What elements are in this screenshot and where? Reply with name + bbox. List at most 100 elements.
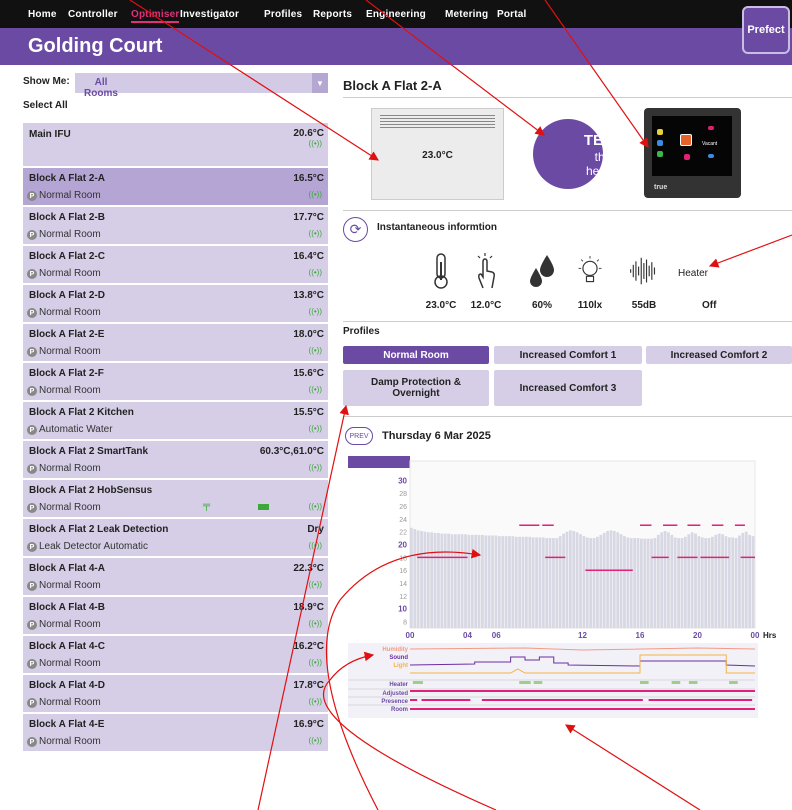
nav-controller[interactable]: Controller	[68, 9, 118, 20]
temperature-bar	[528, 536, 532, 628]
temperature-bar	[724, 536, 728, 628]
room-profile: Normal Room	[39, 658, 101, 669]
room-filter-select[interactable]: All Rooms ▼	[75, 73, 328, 99]
temperature-bar	[650, 538, 653, 628]
sensor-series-label: Humidity	[382, 647, 408, 653]
temperature-bar	[690, 532, 694, 628]
test-heater-button[interactable]: TEST the heater	[533, 119, 622, 189]
room-list-item[interactable]: Block A Flat 2-C 16.4°C P Normal Room ((•))	[23, 246, 328, 285]
profile-badge-icon: P	[27, 503, 37, 513]
temperature-bar	[612, 531, 616, 628]
room-list-item[interactable]: Block A Flat 2 Kitchen 15.5°C P Automatic W…	[23, 402, 328, 441]
room-list-item[interactable]: Block A Flat 4-E 16.9°C P Normal Room ((•))	[23, 714, 328, 753]
profile-badge-icon: P	[27, 542, 37, 552]
temperature-bar	[535, 537, 538, 628]
room-list-item[interactable]: Block A Flat 2 Leak Detection Dry P Leak De…	[23, 519, 328, 558]
room-list-item[interactable]: Main IFU 20.6°C ((•))	[23, 123, 328, 168]
profile-damp-protection[interactable]: Damp Protection & Overnight	[343, 370, 489, 406]
chevron-down-icon[interactable]: ▼	[312, 73, 328, 93]
temperature-bar	[744, 531, 748, 628]
temperature-bar	[663, 531, 667, 628]
profile-increased-comfort-1[interactable]: Increased Comfort 1	[494, 346, 642, 364]
room-list-item[interactable]: Block A Flat 2-B 17.7°C P Normal Room ((•))	[23, 207, 328, 246]
room-name: Block A Flat 4-E	[29, 719, 105, 730]
room-temperature: Dry	[307, 524, 324, 535]
select-all-link[interactable]: Select All	[23, 100, 68, 111]
temperature-bar	[521, 536, 525, 628]
y-tick-label: 16	[399, 568, 407, 575]
sensor-series-label: Room	[391, 707, 408, 713]
y-tick-label: 12	[399, 594, 407, 601]
room-list-item[interactable]: Block A Flat 4-B 18.9°C P Normal Room ((•))	[23, 597, 328, 636]
signal-icon: ((•))	[308, 541, 322, 550]
room-temperature: 16.5°C	[293, 173, 324, 184]
room-profile: Normal Room	[39, 346, 101, 357]
signal-icon: ((•))	[308, 346, 322, 355]
room-profile: Normal Room	[39, 385, 101, 396]
sound-value: 55dB	[631, 300, 657, 311]
room-list-item[interactable]: Block A Flat 4-A 22.3°C P Normal Room ((•))	[23, 558, 328, 597]
temperature-bar	[748, 534, 752, 628]
room-profile: Normal Room	[39, 736, 101, 747]
y-tick-label: 8	[403, 620, 407, 627]
profile-badge-icon: P	[27, 230, 37, 240]
room-list-item[interactable]: Block A Flat 2-E 18.0°C P Normal Room ((•))	[23, 324, 328, 363]
profile-normal-room[interactable]: Normal Room	[343, 346, 489, 364]
x-tick-label: 06	[492, 631, 501, 640]
nav-profiles[interactable]: Profiles	[264, 9, 302, 20]
y-tick-label: 14	[399, 581, 407, 588]
x-tick-label: 20	[693, 631, 702, 640]
room-profile: Normal Room	[39, 619, 101, 630]
temperature-bar	[714, 534, 718, 628]
tap-icon: ╤	[203, 500, 211, 511]
nav-optimiser[interactable]: Optimiser	[131, 9, 180, 23]
signal-icon: ((•))	[308, 229, 322, 238]
nav-engineering[interactable]: Engineering	[366, 9, 426, 20]
light-icon	[578, 256, 602, 283]
room-temperature: 16.4°C	[293, 251, 324, 262]
temperature-bar	[450, 534, 454, 628]
temperature-bar	[470, 534, 474, 628]
nav-home[interactable]: Home	[28, 9, 57, 20]
temperature-bar	[491, 535, 494, 628]
temperature-bar	[433, 532, 437, 628]
test-heater-label-3: heater	[585, 164, 621, 178]
room-list-item[interactable]: Block A Flat 2-D 13.8°C P Normal Room ((•))	[23, 285, 328, 324]
temperature-bar	[704, 538, 708, 628]
prefect-logo[interactable]: Prefect	[742, 6, 790, 54]
nav-reports[interactable]: Reports	[313, 9, 352, 20]
x-unit-label: Hrs	[763, 631, 777, 640]
site-title: Golding Court	[28, 35, 163, 57]
room-list-item[interactable]: Block A Flat 4-D 17.8°C P Normal Room ((•))	[23, 675, 328, 714]
room-temperature: 60.3°C,61.0°C	[259, 446, 324, 457]
temperature-bar	[464, 534, 467, 628]
signal-icon: ((•))	[308, 658, 322, 667]
room-profile: Normal Room	[39, 463, 101, 474]
room-name: Block A Flat 2-A	[29, 173, 105, 184]
temperature-bar	[548, 538, 552, 628]
profile-increased-comfort-3[interactable]: Increased Comfort 3	[494, 370, 642, 406]
nav-portal[interactable]: Portal	[497, 9, 527, 20]
refresh-icon[interactable]: ⟳	[343, 217, 368, 242]
x-tick-label: 16	[636, 631, 645, 640]
signal-icon: ((•))	[308, 697, 322, 706]
profile-badge-icon: P	[27, 659, 37, 669]
heater-on-block	[729, 681, 738, 684]
room-name: Block A Flat 2-F	[29, 368, 104, 379]
room-list-item[interactable]: Block A Flat 4-C 16.2°C P Normal Room ((•))	[23, 636, 328, 675]
nav-investigator[interactable]: Investigator	[180, 9, 239, 20]
profile-badge-icon: P	[27, 386, 37, 396]
profile-increased-comfort-2[interactable]: Increased Comfort 2	[646, 346, 792, 364]
nav-metering[interactable]: Metering	[445, 9, 488, 20]
room-list-item[interactable]: Block A Flat 2 HobSensus P Normal Room ╤ ((•…	[23, 480, 328, 519]
prev-day-button[interactable]: PREV	[345, 427, 373, 445]
temperature-bar	[643, 538, 647, 628]
divider	[343, 416, 792, 417]
sensor-series-label: Heater	[389, 682, 408, 688]
temperature-bar	[589, 538, 593, 628]
room-list-item[interactable]: Block A Flat 2 SmartTank 60.3°C,61.0°C P No…	[23, 441, 328, 480]
signal-icon: ((•))	[308, 307, 322, 316]
temperature-bar	[474, 534, 478, 628]
room-list-item[interactable]: Block A Flat 2-F 15.6°C P Normal Room ((•))	[23, 363, 328, 402]
room-list-item[interactable]: Block A Flat 2-A 16.5°C P Normal Room ((•))	[23, 168, 328, 207]
